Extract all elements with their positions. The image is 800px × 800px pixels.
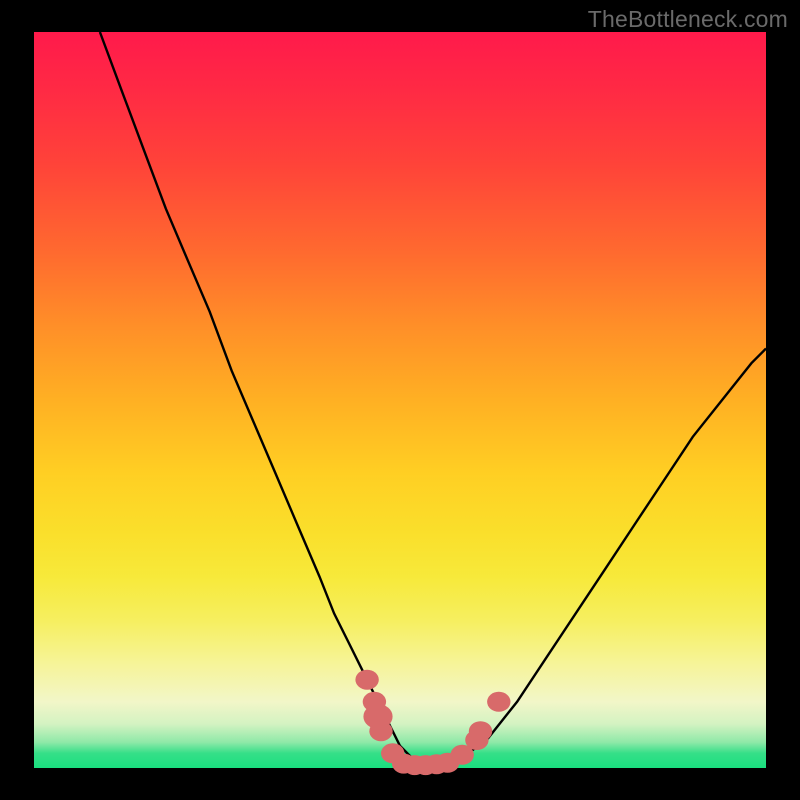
chart-marker: [369, 721, 392, 741]
chart-frame: TheBottleneck.com: [0, 0, 800, 800]
chart-marker: [355, 670, 378, 690]
bottleneck-curve-path: [100, 32, 766, 768]
chart-markers: [355, 670, 510, 775]
watermark-text: TheBottleneck.com: [588, 6, 788, 33]
chart-marker: [487, 692, 510, 712]
chart-marker: [469, 721, 492, 741]
chart-svg: [34, 32, 766, 768]
chart-plot-area: [34, 32, 766, 768]
